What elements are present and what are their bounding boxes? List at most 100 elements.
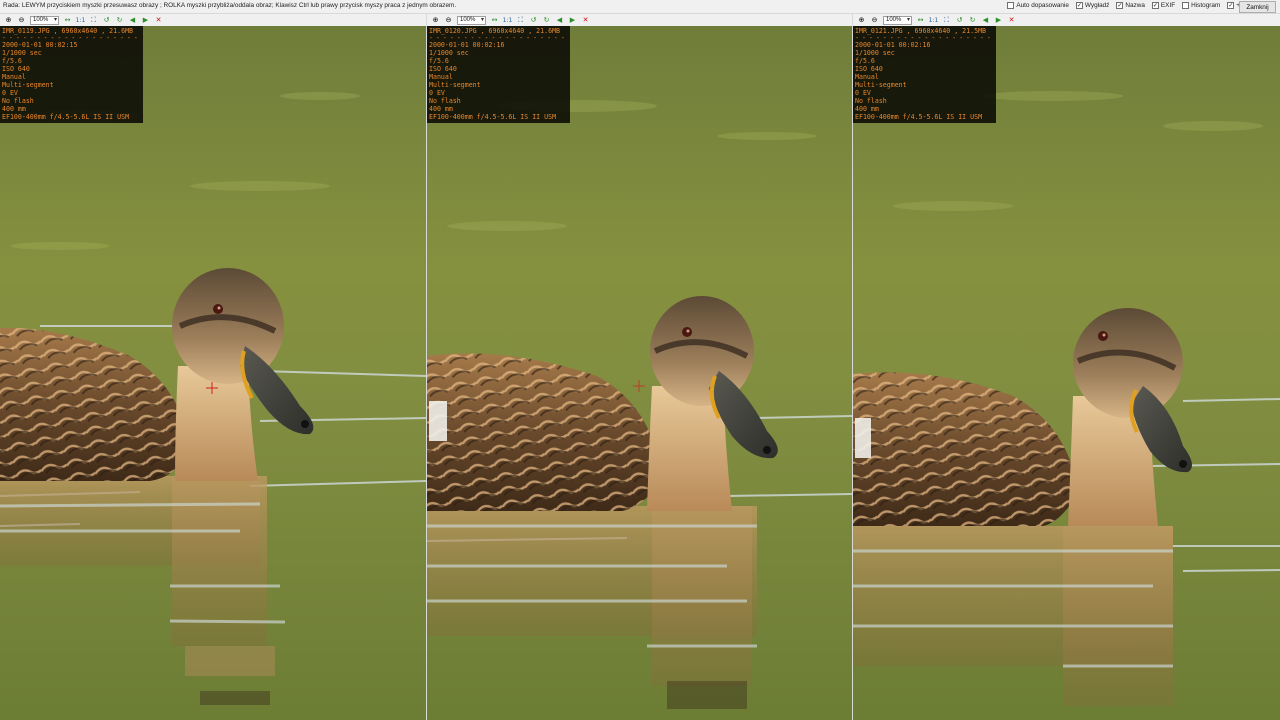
exif-aperture: f/5.6 bbox=[2, 57, 22, 65]
exif-iso: ISO 640 bbox=[429, 65, 457, 73]
exif-focal: 400 mm bbox=[855, 105, 879, 113]
prev-icon[interactable]: ◀ bbox=[981, 16, 990, 25]
exif-focal: 400 mm bbox=[2, 105, 26, 113]
image-panel-3[interactable]: ⊕ ⊖ 100% ↔ 1:1 ⛶ ↺ ↻ ◀ ▶ ✕ bbox=[853, 14, 1280, 720]
exif-aperture: f/5.6 bbox=[855, 57, 875, 65]
exif-overlay: IMR_0119.JPG , 6960x4640 , 21.6MB - - - … bbox=[0, 26, 143, 123]
image-panel-1[interactable]: ⊕ ⊖ 100% ↔ 1:1 ⛶ ↺ ↻ ◀ ▶ ✕ bbox=[0, 14, 426, 720]
fullscreen-icon[interactable]: ⛶ bbox=[942, 16, 951, 25]
view-options: Auto dopasowanie ✓ Wygładź ✓ Nazwa ✓ EXIF H… bbox=[1007, 2, 1240, 9]
exif-mode: Manual bbox=[855, 73, 879, 81]
option-label: Nazwa bbox=[1125, 2, 1145, 9]
exif-shutter: 1/1000 sec bbox=[429, 49, 469, 57]
name-checkbox[interactable]: ✓ bbox=[1116, 2, 1124, 9]
histogram-checkbox[interactable] bbox=[1182, 2, 1190, 9]
exif-lens: EF100-400mm f/4.5-5.6L IS II USM bbox=[429, 113, 557, 121]
option-name[interactable]: ✓ Nazwa bbox=[1116, 2, 1145, 9]
option-label: Histogram bbox=[1191, 2, 1221, 9]
exif-checkbox[interactable]: ✓ bbox=[1151, 2, 1159, 9]
auto-fit-checkbox[interactable] bbox=[1007, 2, 1015, 9]
exif-iso: ISO 640 bbox=[855, 65, 883, 73]
actual-size-icon[interactable]: 1:1 bbox=[76, 16, 86, 25]
exif-lens: EF100-400mm f/4.5-5.6L IS II USM bbox=[855, 113, 983, 121]
plus-checkbox[interactable]: ✓ bbox=[1227, 2, 1235, 9]
exif-flash: No flash bbox=[2, 97, 34, 105]
close-button[interactable]: Zamknij bbox=[1239, 1, 1276, 13]
zoom-out-icon[interactable]: ⊖ bbox=[870, 16, 879, 25]
fit-icon[interactable]: ↔ bbox=[916, 16, 925, 25]
zoom-select[interactable]: 100% bbox=[883, 15, 912, 25]
option-auto-fit[interactable]: Auto dopasowanie bbox=[1007, 2, 1069, 9]
actual-size-icon[interactable]: 1:1 bbox=[929, 16, 939, 25]
prev-icon[interactable]: ◀ bbox=[555, 16, 564, 25]
next-icon[interactable]: ▶ bbox=[568, 16, 577, 25]
photo-viewport[interactable]: IMR_0120.JPG , 6960x4640 , 21.6MB - - - … bbox=[427, 26, 852, 720]
duck-photo bbox=[427, 26, 852, 720]
exif-datetime: 2000-01-01 00:02:16 bbox=[429, 41, 505, 49]
exif-ev: 0 EV bbox=[855, 89, 871, 97]
exif-aperture: f/5.6 bbox=[429, 57, 449, 65]
file-info: IMR_0121.JPG , 6960x4640 , 21.5MB bbox=[855, 27, 987, 35]
photo-viewport[interactable]: IMR_0119.JPG , 6960x4640 , 21.6MB - - - … bbox=[0, 26, 426, 720]
zoom-in-icon[interactable]: ⊕ bbox=[857, 16, 866, 25]
option-exif[interactable]: ✓ EXIF bbox=[1151, 2, 1175, 9]
close-image-icon[interactable]: ✕ bbox=[1007, 16, 1016, 25]
panel-toolbar: ⊕ ⊖ 100% ↔ 1:1 ⛶ ↺ ↻ ◀ ▶ ✕ bbox=[853, 14, 1280, 26]
exif-datetime: 2000-01-01 00:02:15 bbox=[2, 41, 78, 49]
exif-mode: Manual bbox=[2, 73, 26, 81]
close-image-icon[interactable]: ✕ bbox=[581, 16, 590, 25]
actual-size-icon[interactable]: 1:1 bbox=[503, 16, 513, 25]
zoom-select[interactable]: 100% bbox=[30, 15, 59, 25]
exif-flash: No flash bbox=[429, 97, 461, 105]
option-label: Wygładź bbox=[1084, 2, 1110, 9]
panel-toolbar: ⊕ ⊖ 100% ↔ 1:1 ⛶ ↺ ↻ ◀ ▶ ✕ bbox=[427, 14, 852, 26]
photo-viewport[interactable]: IMR_0121.JPG , 6960x4640 , 21.5MB - - - … bbox=[853, 26, 1280, 720]
exif-overlay: IMR_0121.JPG , 6960x4640 , 21.5MB - - - … bbox=[853, 26, 996, 123]
zoom-out-icon[interactable]: ⊖ bbox=[444, 16, 453, 25]
file-info: IMR_0120.JPG , 6960x4640 , 21.6MB bbox=[429, 27, 561, 35]
prev-icon[interactable]: ◀ bbox=[128, 16, 137, 25]
exif-ev: 0 EV bbox=[2, 89, 18, 97]
smooth-checkbox[interactable]: ✓ bbox=[1075, 2, 1083, 9]
zoom-in-icon[interactable]: ⊕ bbox=[431, 16, 440, 25]
option-smooth[interactable]: ✓ Wygładź bbox=[1075, 2, 1110, 9]
rotate-left-icon[interactable]: ↺ bbox=[529, 16, 538, 25]
exif-iso: ISO 640 bbox=[2, 65, 30, 73]
image-panel-2[interactable]: ⊕ ⊖ 100% ↔ 1:1 ⛶ ↺ ↻ ◀ ▶ ✕ bbox=[427, 14, 852, 720]
next-icon[interactable]: ▶ bbox=[994, 16, 1003, 25]
option-histogram[interactable]: Histogram bbox=[1182, 2, 1220, 9]
rotate-right-icon[interactable]: ↻ bbox=[115, 16, 124, 25]
fullscreen-icon[interactable]: ⛶ bbox=[89, 16, 98, 25]
exif-flash: No flash bbox=[855, 97, 887, 105]
exif-metering: Multi-segment bbox=[429, 81, 481, 89]
exif-metering: Multi-segment bbox=[2, 81, 54, 89]
exif-shutter: 1/1000 sec bbox=[855, 49, 895, 57]
exif-ev: 0 EV bbox=[429, 89, 445, 97]
exif-shutter: 1/1000 sec bbox=[2, 49, 42, 57]
exif-overlay: IMR_0120.JPG , 6960x4640 , 21.6MB - - - … bbox=[427, 26, 570, 123]
rotate-left-icon[interactable]: ↺ bbox=[955, 16, 964, 25]
fullscreen-icon[interactable]: ⛶ bbox=[516, 16, 525, 25]
option-label: Auto dopasowanie bbox=[1016, 2, 1069, 9]
next-icon[interactable]: ▶ bbox=[141, 16, 150, 25]
top-bar: Rada: LEWYM przyciskiem myszki przesuwas… bbox=[0, 0, 1280, 14]
panel-toolbar: ⊕ ⊖ 100% ↔ 1:1 ⛶ ↺ ↻ ◀ ▶ ✕ bbox=[0, 14, 426, 26]
duck-photo bbox=[0, 26, 426, 720]
zoom-out-icon[interactable]: ⊖ bbox=[17, 16, 26, 25]
zoom-in-icon[interactable]: ⊕ bbox=[4, 16, 13, 25]
file-info: IMR_0119.JPG , 6960x4640 , 21.6MB bbox=[2, 27, 134, 35]
exif-datetime: 2000-01-01 00:02:16 bbox=[855, 41, 931, 49]
usage-hint: Rada: LEWYM przyciskiem myszki przesuwas… bbox=[3, 2, 457, 9]
rotate-left-icon[interactable]: ↺ bbox=[102, 16, 111, 25]
exif-metering: Multi-segment bbox=[855, 81, 907, 89]
close-image-icon[interactable]: ✕ bbox=[154, 16, 163, 25]
zoom-select[interactable]: 100% bbox=[457, 15, 486, 25]
duck-photo bbox=[853, 26, 1280, 720]
fit-icon[interactable]: ↔ bbox=[63, 16, 72, 25]
exif-focal: 400 mm bbox=[429, 105, 453, 113]
exif-lens: EF100-400mm f/4.5-5.6L IS II USM bbox=[2, 113, 130, 121]
fit-icon[interactable]: ↔ bbox=[490, 16, 499, 25]
rotate-right-icon[interactable]: ↻ bbox=[542, 16, 551, 25]
exif-mode: Manual bbox=[429, 73, 453, 81]
rotate-right-icon[interactable]: ↻ bbox=[968, 16, 977, 25]
